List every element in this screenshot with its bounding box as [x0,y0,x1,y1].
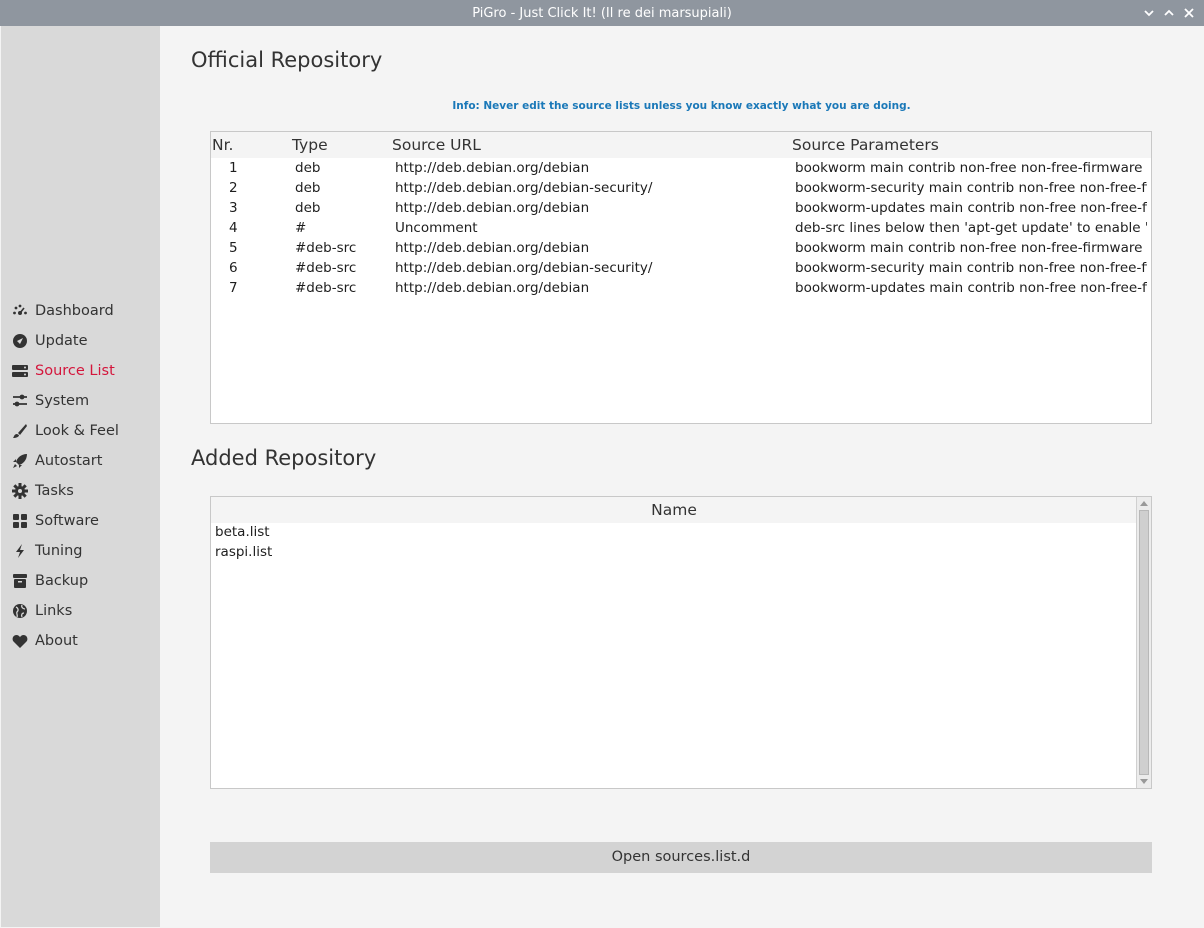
column-header-name[interactable]: Name [211,497,1137,523]
minimize-icon[interactable] [1142,6,1156,20]
sidebar-item-source-list[interactable]: Source List [1,356,160,386]
table-header: Nr. Type Source URL Source Parameters [211,132,1151,158]
column-header-type[interactable]: Type [292,136,328,154]
table-row[interactable]: 1 deb http://deb.debian.org/debian bookworm… [211,158,1151,178]
sidebar-item-tasks[interactable]: Tasks [1,476,160,506]
row-source-parameters: bookworm main contrib non-free non-free-… [795,240,1143,256]
added-repository-heading: Added Repository [191,446,377,470]
scroll-up-icon[interactable] [1139,498,1149,508]
official-repository-heading: Official Repository [191,48,383,72]
table-row[interactable]: 5 #deb-src http://deb.debian.org/debian boo… [211,238,1151,258]
title-bar: PiGro - Just Click It! (Il re dei marsup… [0,0,1204,26]
row-type: # [295,220,307,236]
list-item[interactable]: raspi.list [215,544,272,560]
row-source-parameters: bookworm main contrib non-free non-free-… [795,160,1143,176]
sidebar-item-label: Links [35,603,73,619]
table-row[interactable]: 4 # Uncomment deb-src lines below then 'apt… [211,218,1151,238]
row-nr: 6 [229,260,238,276]
sidebar-item-look-feel[interactable]: Look & Feel [1,416,160,446]
row-source-url: http://deb.debian.org/debian-security/ [395,180,653,196]
row-source-parameters: bookworm-updates main contrib non-free n… [795,280,1147,296]
dashboard-icon [11,302,29,320]
sliders-icon [11,392,29,410]
row-source-url: http://deb.debian.org/debian-security/ [395,260,653,276]
brush-icon [11,422,29,440]
row-type: deb [295,160,321,176]
row-source-parameters: bookworm-security main contrib non-free … [795,260,1147,276]
sidebar-item-label: Dashboard [35,303,114,319]
column-header-source-url[interactable]: Source URL [392,136,481,154]
sidebar-item-label: About [35,633,78,649]
update-icon [11,332,29,350]
sidebar: Dashboard Update Source List System Look… [1,26,160,927]
gear-icon [11,482,29,500]
sidebar-item-label: Look & Feel [35,423,119,439]
vertical-scrollbar[interactable] [1136,497,1151,788]
row-type: #deb-src [295,260,357,276]
sidebar-item-tuning[interactable]: Tuning [1,536,160,566]
sidebar-item-label: Tasks [35,483,74,499]
sidebar-item-label: System [35,393,90,409]
rocket-icon [11,452,29,470]
bolt-icon [11,542,29,560]
row-source-parameters: bookworm-security main contrib non-free … [795,180,1147,196]
scroll-down-icon[interactable] [1139,777,1149,787]
sidebar-item-label: Software [35,513,99,529]
table-row[interactable]: 6 #deb-src http://deb.debian.org/debian-se… [211,258,1151,278]
row-nr: 5 [229,240,238,256]
row-source-parameters: bookworm-updates main contrib non-free n… [795,200,1147,216]
table-row[interactable]: 7 #deb-src http://deb.debian.org/debian boo… [211,278,1151,298]
row-source-url: http://deb.debian.org/debian [395,160,590,176]
sidebar-item-update[interactable]: Update [1,326,160,356]
maximize-icon[interactable] [1162,6,1176,20]
sidebar-item-label: Backup [35,573,89,589]
column-header-source-parameters[interactable]: Source Parameters [792,136,939,154]
sidebar-item-autostart[interactable]: Autostart [1,446,160,476]
sidebar-item-label: Tuning [35,543,83,559]
sidebar-item-about[interactable]: About [1,626,160,656]
server-icon [11,362,29,380]
official-repository-table[interactable]: Nr. Type Source URL Source Parameters 1 d… [210,131,1152,424]
row-type: #deb-src [295,240,357,256]
added-repository-table[interactable]: Name beta.list raspi.list [210,496,1152,789]
scrollbar-thumb[interactable] [1139,510,1149,775]
apps-icon [11,512,29,530]
table-row[interactable]: 3 deb http://deb.debian.org/debian bookworm… [211,198,1151,218]
column-header-nr[interactable]: Nr. [212,136,233,154]
sidebar-item-dashboard[interactable]: Dashboard [1,296,160,326]
row-type: deb [295,200,321,216]
row-nr: 3 [229,200,238,216]
row-type: #deb-src [295,280,357,296]
sidebar-item-label: Update [35,333,88,349]
main-content: Official Repository Info: Never edit the… [160,26,1203,927]
open-sources-list-d-button[interactable]: Open sources.list.d [210,842,1152,873]
window-title: PiGro - Just Click It! (Il re dei marsup… [472,6,732,21]
sidebar-item-label: Source List [35,363,115,379]
row-nr: 1 [229,160,238,176]
sidebar-item-system[interactable]: System [1,386,160,416]
archive-icon [11,572,29,590]
list-item[interactable]: beta.list [215,524,270,540]
table-row[interactable]: 2 deb http://deb.debian.org/debian-securit… [211,178,1151,198]
row-source-url: Uncomment [395,220,478,236]
row-source-url: http://deb.debian.org/debian [395,280,590,296]
sidebar-nav: Dashboard Update Source List System Look… [1,296,160,656]
sidebar-item-links[interactable]: Links [1,596,160,626]
row-source-url: http://deb.debian.org/debian [395,240,590,256]
row-nr: 4 [229,220,238,236]
sidebar-item-backup[interactable]: Backup [1,566,160,596]
sidebar-item-label: Autostart [35,453,103,469]
globe-icon [11,602,29,620]
info-text: Info: Never edit the source lists unless… [452,100,911,112]
close-icon[interactable] [1182,6,1196,20]
row-source-url: http://deb.debian.org/debian [395,200,590,216]
sidebar-item-software[interactable]: Software [1,506,160,536]
row-source-parameters: deb-src lines below then 'apt-get update… [795,220,1147,236]
heart-icon [11,632,29,650]
row-type: deb [295,180,321,196]
row-nr: 2 [229,180,238,196]
row-nr: 7 [229,280,238,296]
